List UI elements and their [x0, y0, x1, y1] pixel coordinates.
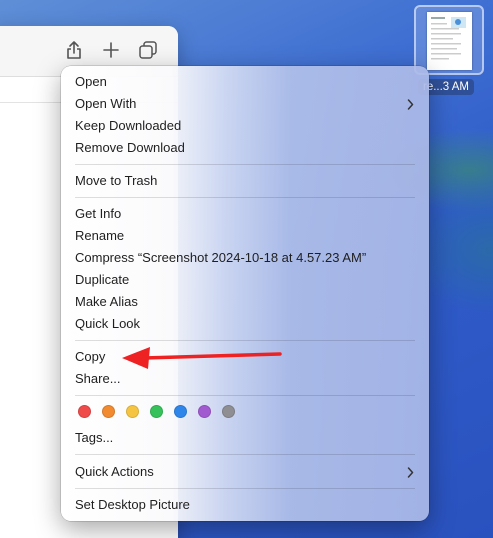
menu-item-make-alias[interactable]: Make Alias [75, 291, 417, 313]
menu-item-remove-download[interactable]: Remove Download [75, 137, 417, 159]
menu-item-open[interactable]: Open [75, 71, 417, 93]
tag-red-dot[interactable] [78, 405, 91, 418]
menu-separator [75, 488, 415, 489]
tab-overview-icon[interactable] [136, 38, 160, 62]
menu-item-compress[interactable]: Compress “Screenshot 2024-10-18 at 4.57.… [75, 247, 417, 269]
menu-item-tags[interactable]: Tags... [75, 427, 417, 449]
tag-green-dot[interactable] [150, 405, 163, 418]
menu-item-label: Quick Actions [75, 464, 154, 479]
menu-separator [75, 164, 415, 165]
menu-item-label: Open With [75, 96, 137, 111]
tag-gray-dot[interactable] [222, 405, 235, 418]
menu-item-quick-look[interactable]: Quick Look [75, 313, 417, 335]
menu-item-rename[interactable]: Rename [75, 225, 417, 247]
tag-blue-dot[interactable] [174, 405, 187, 418]
chevron-right-icon [405, 93, 415, 115]
tag-yellow-dot[interactable] [126, 405, 139, 418]
new-tab-plus-icon[interactable] [99, 38, 123, 62]
menu-item-set-desktop-picture[interactable]: Set Desktop Picture [75, 494, 417, 516]
menu-separator [75, 340, 415, 341]
share-icon[interactable] [62, 38, 86, 62]
red-arrow-annotation [122, 347, 282, 369]
menu-item-open-with[interactable]: Open With [75, 93, 417, 115]
tag-orange-dot[interactable] [102, 405, 115, 418]
desktop: re...3 AM Open Open With Keep Downloaded… [0, 0, 493, 538]
tag-colors-row [78, 405, 235, 418]
screenshot-thumbnail [427, 12, 472, 70]
menu-separator [75, 454, 415, 455]
menu-separator [75, 197, 415, 198]
menu-item-quick-actions[interactable]: Quick Actions [75, 461, 417, 483]
screenshot-file-icon[interactable] [414, 5, 484, 75]
chevron-right-icon [405, 461, 415, 483]
tag-purple-dot[interactable] [198, 405, 211, 418]
menu-item-get-info[interactable]: Get Info [75, 203, 417, 225]
menu-item-keep-downloaded[interactable]: Keep Downloaded [75, 115, 417, 137]
menu-item-duplicate[interactable]: Duplicate [75, 269, 417, 291]
menu-item-move-to-trash[interactable]: Move to Trash [75, 170, 417, 192]
menu-separator [75, 395, 415, 396]
context-menu: Open Open With Keep Downloaded Remove Do… [61, 66, 429, 521]
